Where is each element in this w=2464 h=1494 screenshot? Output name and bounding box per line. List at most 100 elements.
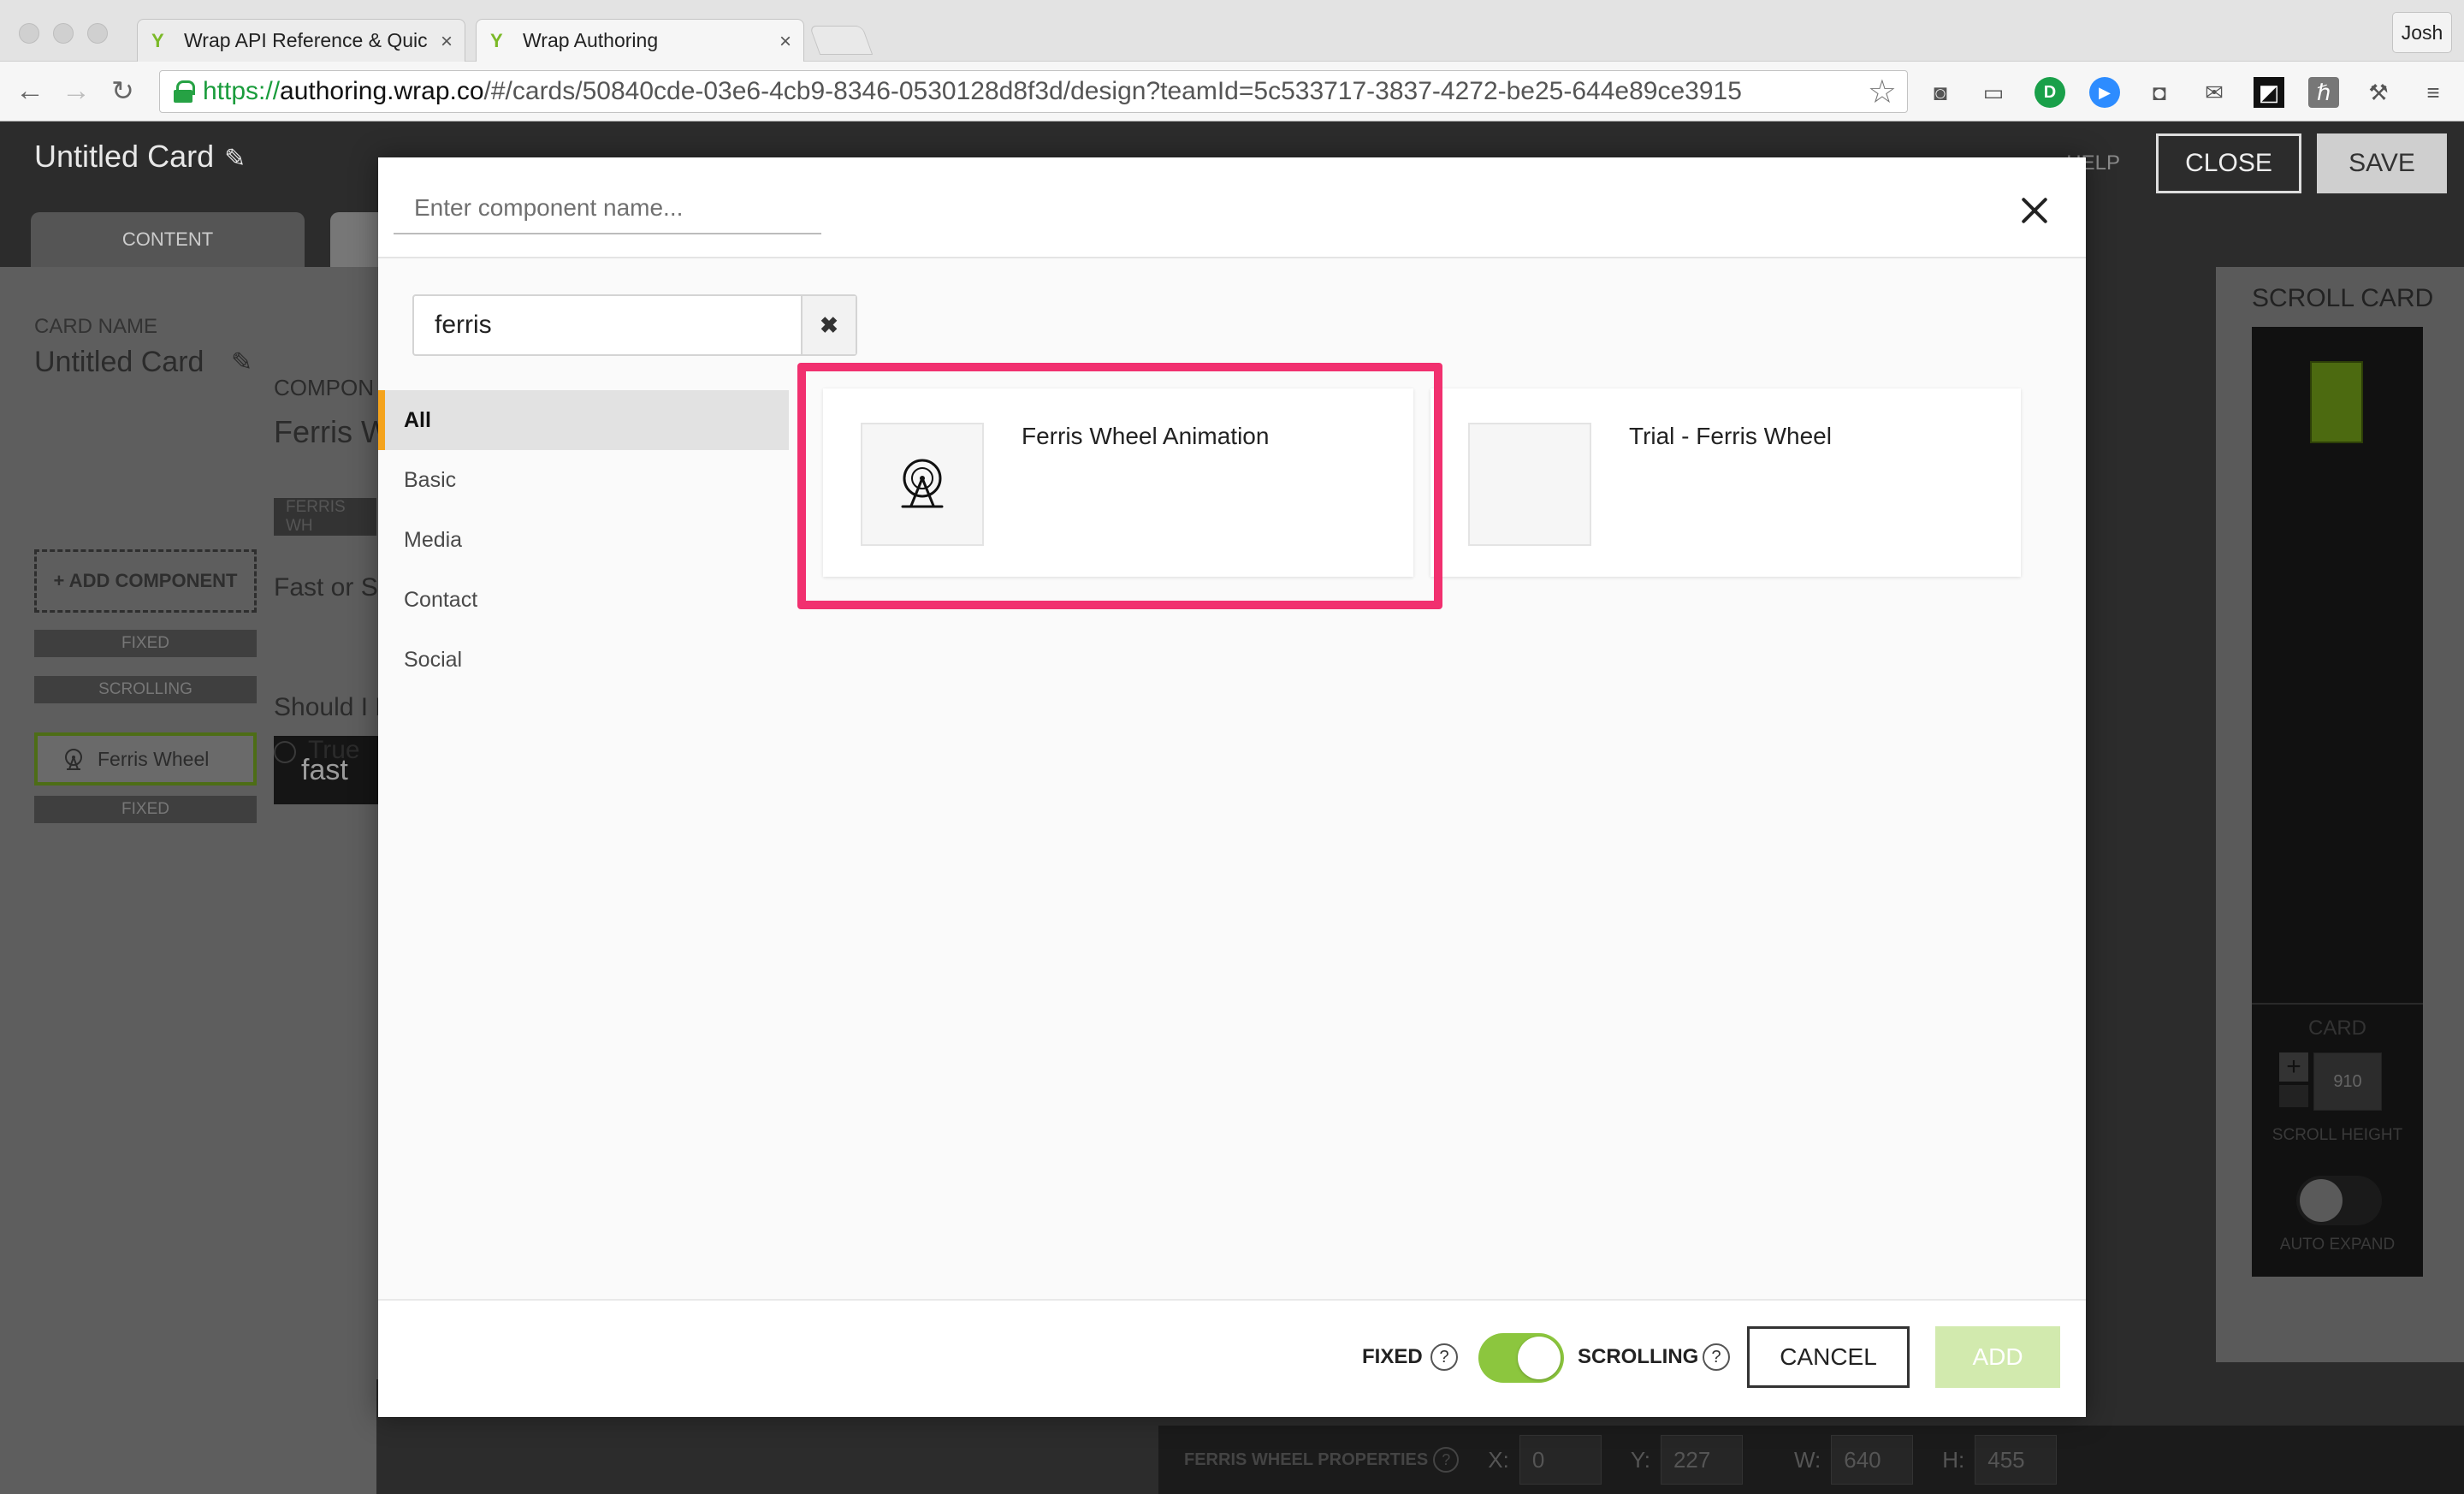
fixed-help-icon[interactable]: ? (1430, 1343, 1458, 1371)
modal-footer: FIXED ? SCROLLING ? CANCEL ADD (378, 1299, 2086, 1417)
bookmark-star-icon[interactable]: ☆ (1868, 73, 1897, 111)
x-input[interactable]: 0 (1519, 1435, 1602, 1485)
forward-arrow-icon[interactable]: → (62, 74, 91, 108)
add-button[interactable]: ADD (1935, 1326, 2060, 1388)
h-label: H: (1942, 1446, 1965, 1473)
card-name-value[interactable]: Untitled Card (34, 346, 204, 379)
browser-tab-api-reference[interactable]: Y Wrap API Reference & Quic × (137, 19, 465, 62)
properties-title: FERRIS WHEEL PROPERTIES (1184, 1450, 1429, 1469)
category-all[interactable]: All (378, 390, 789, 450)
add-component-modal: ✖ All Basic Media Contact Social Ferris … (378, 157, 2086, 1417)
scroll-height-input[interactable]: 910 (2313, 1052, 2382, 1111)
ferris-wheel-icon (65, 749, 82, 770)
component-name-input[interactable] (394, 183, 821, 234)
fixed-bottom-section: FIXED (34, 796, 257, 823)
component-name: Ferris W (274, 414, 390, 449)
divider (2252, 1003, 2423, 1005)
category-basic[interactable]: Basic (378, 450, 789, 510)
x-label: X: (1488, 1446, 1509, 1473)
window-zoom-dot[interactable] (87, 23, 108, 44)
scroll-card-title: SCROLL CARD (2252, 284, 2434, 312)
search-box: ✖ (412, 294, 857, 356)
cast-icon[interactable]: ▭ (1978, 77, 2009, 108)
category-list: All Basic Media Contact Social (378, 390, 789, 690)
w-label: W: (1793, 1446, 1821, 1473)
tab-title: Wrap Authoring (523, 29, 659, 51)
h-input[interactable]: 455 (1975, 1435, 2058, 1485)
highlight-frame (797, 363, 1442, 609)
radio-true[interactable] (274, 741, 296, 763)
component-label: COMPON (274, 375, 374, 400)
scroll-preview: CARD + 910 SCROLL HEIGHT AUTO EXPAND (2252, 327, 2423, 1277)
category-contact[interactable]: Contact (378, 570, 789, 630)
reload-icon[interactable]: ↻ (111, 74, 134, 108)
category-media[interactable]: Media (378, 510, 789, 570)
plus-icon[interactable]: + (2279, 1052, 2308, 1082)
fixed-scrolling-toggle[interactable] (1478, 1333, 1564, 1383)
url-scheme: https:// (203, 77, 281, 105)
fixed-label: FIXED (1362, 1345, 1423, 1368)
grammarly-icon[interactable]: D (2035, 77, 2065, 108)
wrap-favicon-icon: Y (490, 29, 503, 51)
add-component-button[interactable]: + ADD COMPONENT (34, 549, 257, 613)
card-label: CARD (2307, 1017, 2366, 1040)
card-name-label: CARD NAME (34, 315, 158, 338)
layer-item-ferris-wheel[interactable]: Ferris Wheel (34, 732, 257, 786)
url-path: /#/cards/50840cde-03e6-4cb9-8346-0530128… (483, 77, 1742, 105)
browser-tab-wrap-authoring[interactable]: Y Wrap Authoring × (476, 19, 804, 62)
close-button[interactable]: CLOSE (2156, 133, 2301, 193)
mail-icon[interactable]: ✉ (2199, 77, 2230, 108)
camera-icon[interactable]: ◙ (1925, 77, 1956, 108)
minus-icon[interactable] (2279, 1085, 2308, 1107)
properties-bar: FERRIS WHEEL PROPERTIES ? X: 0 Y: 227 W:… (1158, 1426, 2464, 1494)
hashtag-icon[interactable]: ℏ (2308, 77, 2339, 108)
scroll-height-label: SCROLL HEIGHT (2272, 1126, 2403, 1144)
question-speed-label: Fast or Sl (274, 573, 384, 602)
question2-label: Should I E (274, 693, 393, 721)
address-bar[interactable]: https:// authoring.wrap.co /#/cards/5084… (159, 70, 1908, 113)
modal-header (378, 157, 2086, 258)
result-thumbnail (1468, 423, 1591, 546)
cancel-button[interactable]: CANCEL (1747, 1326, 1910, 1388)
pencil-icon[interactable]: ✎ (231, 347, 252, 377)
url-host: authoring.wrap.co (280, 77, 484, 105)
crop-icon[interactable]: ◩ (2254, 77, 2284, 108)
pencil-icon[interactable]: ✎ (224, 145, 246, 173)
lock-icon (174, 80, 195, 103)
back-arrow-icon[interactable]: ← (15, 74, 44, 108)
wrap-favicon-icon: Y (151, 29, 164, 51)
y-input[interactable]: 227 (1660, 1435, 1743, 1485)
app-card-title[interactable]: Untitled Card ✎ (34, 139, 246, 175)
profile-button[interactable]: Josh (2392, 12, 2452, 53)
w-input[interactable]: 640 (1831, 1435, 1914, 1485)
scrolling-help-icon[interactable]: ? (1703, 1343, 1730, 1371)
category-social[interactable]: Social (378, 630, 789, 690)
help-icon[interactable]: ? (1433, 1447, 1460, 1473)
new-tab-button[interactable] (808, 26, 874, 55)
radio-true-label: True (308, 736, 360, 764)
browser-toolbar: ← → ↻ https:// authoring.wrap.co /#/card… (0, 62, 2464, 122)
right-panel: SCROLL CARD CARD + 910 SCROLL HEIGHT AUT… (2216, 267, 2464, 1362)
result-card-trial-ferris-wheel[interactable]: Trial - Ferris Wheel (1430, 388, 2021, 577)
scrolling-label: SCROLLING (1578, 1345, 1699, 1368)
window-minimize-dot[interactable] (53, 23, 74, 44)
save-button[interactable]: SAVE (2317, 133, 2447, 193)
tab-content[interactable]: CONTENT (31, 212, 305, 267)
tab-title: Wrap API Reference & Quic (184, 29, 428, 51)
auto-expand-toggle[interactable] (2296, 1176, 2382, 1225)
zoom-icon[interactable]: ▶ (2089, 77, 2120, 108)
tab-close-icon[interactable]: × (441, 30, 453, 54)
y-label: Y: (1630, 1446, 1650, 1473)
tool-icon[interactable]: ⚒ (2363, 77, 2394, 108)
search-input[interactable] (414, 296, 801, 354)
menu-icon[interactable]: ≡ (2418, 77, 2449, 108)
auto-expand-label: AUTO EXPAND (2279, 1236, 2396, 1254)
close-icon[interactable] (2019, 195, 2050, 226)
app-toolbar-right: HELP CLOSE SAVE (2066, 133, 2447, 193)
clear-search-icon[interactable]: ✖ (801, 296, 856, 354)
component-preview-block[interactable] (2310, 361, 2363, 443)
screenshot-icon[interactable]: ◘ (2144, 77, 2175, 108)
window-close-dot[interactable] (19, 23, 39, 44)
tab-close-icon[interactable]: × (779, 30, 791, 54)
browser-tab-strip: Y Wrap API Reference & Quic × Y Wrap Aut… (0, 0, 2464, 62)
